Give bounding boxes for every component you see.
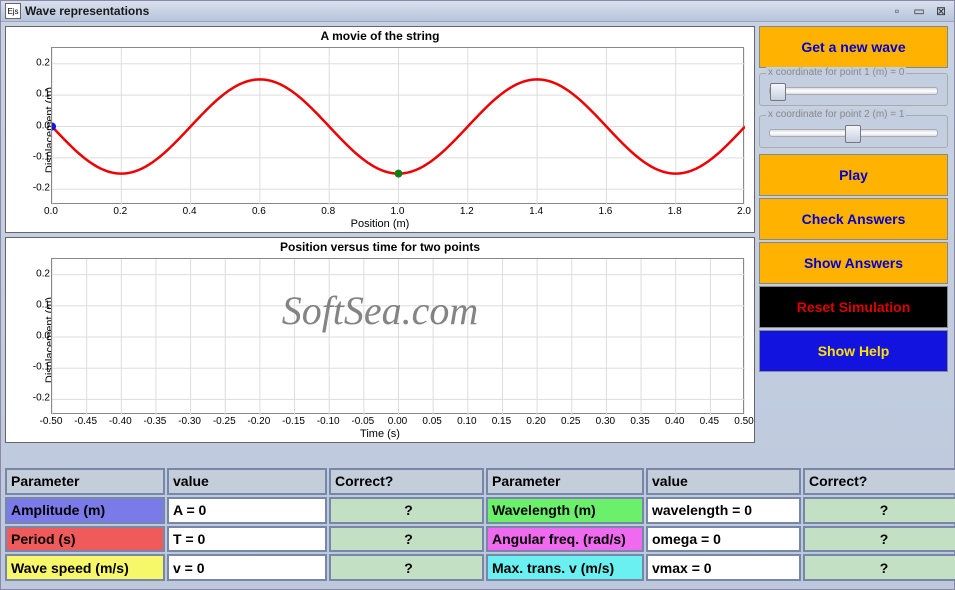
slider1-track[interactable] <box>769 87 938 95</box>
side-panel: Get a new wave x coordinate for point 1 … <box>759 22 954 465</box>
header-param-r: Parameter <box>486 468 644 495</box>
slider2-thumb[interactable] <box>845 125 861 143</box>
window-title: Wave representations <box>25 4 884 18</box>
chart-time: Position versus time for two points Disp… <box>5 237 755 443</box>
app-window: Ejs Wave representations ▫ ▭ ⊠ A movie o… <box>0 0 955 590</box>
play-button[interactable]: Play <box>759 154 948 196</box>
header-value-l: value <box>167 468 327 495</box>
slider1-label: x coordinate for point 1 (m) = 0 <box>766 67 906 78</box>
slider-point2: x coordinate for point 2 (m) = 1 <box>759 115 948 148</box>
correct-amplitude: ? <box>329 497 484 524</box>
upper-row: A movie of the string Displacement (m) P… <box>1 22 954 465</box>
plot-area-2[interactable] <box>51 258 744 414</box>
header-param-l: Parameter <box>5 468 165 495</box>
header-correct-r: Correct? <box>803 468 955 495</box>
chart-title-2: Position versus time for two points <box>6 238 754 254</box>
correct-omega: ? <box>803 526 955 553</box>
param-period: Period (s) <box>5 526 165 553</box>
slider2-track[interactable] <box>769 129 938 137</box>
slider1-thumb[interactable] <box>770 83 786 101</box>
param-speed: Wave speed (m/s) <box>5 554 165 581</box>
param-wavelength: Wavelength (m) <box>486 497 644 524</box>
value-omega[interactable]: omega = 0 <box>646 526 801 553</box>
value-amplitude[interactable]: A = 0 <box>167 497 327 524</box>
slider-point1: x coordinate for point 1 (m) = 0 <box>759 73 948 106</box>
correct-vmax: ? <box>803 554 955 581</box>
param-omega: Angular freq. (rad/s) <box>486 526 644 553</box>
param-amplitude: Amplitude (m) <box>5 497 165 524</box>
titlebar: Ejs Wave representations ▫ ▭ ⊠ <box>1 1 954 22</box>
slider2-label: x coordinate for point 2 (m) = 1 <box>766 109 906 120</box>
value-period[interactable]: T = 0 <box>167 526 327 553</box>
chart-column: A movie of the string Displacement (m) P… <box>1 22 759 465</box>
correct-speed: ? <box>329 554 484 581</box>
maximize-icon[interactable]: ▭ <box>910 3 928 19</box>
value-speed[interactable]: v = 0 <box>167 554 327 581</box>
help-button[interactable]: Show Help <box>759 330 948 372</box>
plot-area-1[interactable] <box>51 47 744 204</box>
param-vmax: Max. trans. v (m/s) <box>486 554 644 581</box>
reset-button[interactable]: Reset Simulation <box>759 286 948 328</box>
xlabel-1: Position (m) <box>6 218 754 230</box>
chart-string: A movie of the string Displacement (m) P… <box>5 26 755 233</box>
app-icon: Ejs <box>5 3 21 19</box>
correct-period: ? <box>329 526 484 553</box>
correct-wavelength: ? <box>803 497 955 524</box>
minimize-icon[interactable]: ▫ <box>888 3 906 19</box>
content: A movie of the string Displacement (m) P… <box>1 22 954 589</box>
value-wavelength[interactable]: wavelength = 0 <box>646 497 801 524</box>
header-value-r: value <box>646 468 801 495</box>
value-vmax[interactable]: vmax = 0 <box>646 554 801 581</box>
parameter-grid: Parameter value Correct? Parameter value… <box>1 465 954 585</box>
close-icon[interactable]: ⊠ <box>932 3 950 19</box>
new-wave-button[interactable]: Get a new wave <box>759 26 948 68</box>
header-correct-l: Correct? <box>329 468 484 495</box>
check-button[interactable]: Check Answers <box>759 198 948 240</box>
show-button[interactable]: Show Answers <box>759 242 948 284</box>
chart-title-1: A movie of the string <box>6 27 754 43</box>
xlabel-2: Time (s) <box>6 428 754 440</box>
